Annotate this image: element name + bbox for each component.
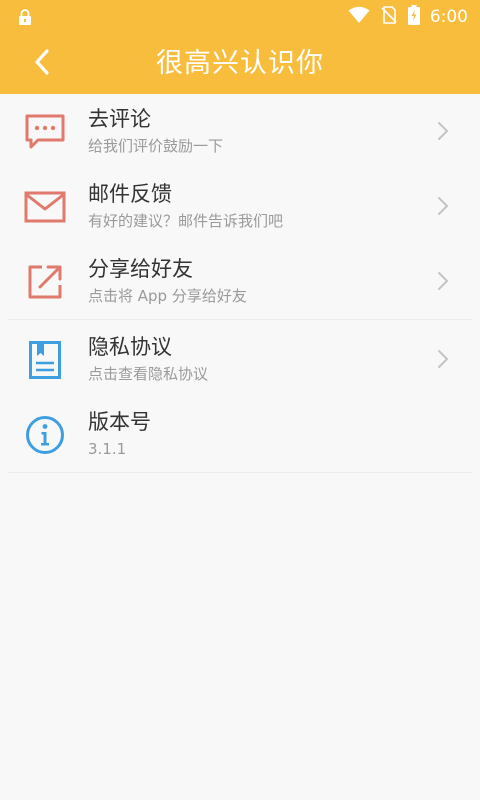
chevron-right-icon xyxy=(436,348,450,370)
item-subtitle: 点击将 App 分享给好友 xyxy=(88,287,247,305)
item-subtitle: 点击查看隐私协议 xyxy=(88,365,209,383)
list-item-version: 版本号 3.1.1 xyxy=(0,397,480,472)
status-time: 6:00 xyxy=(429,7,468,27)
document-icon xyxy=(24,339,66,381)
section-about: 隐私协议 点击查看隐私协议 版本号 3.1.1 xyxy=(0,322,480,472)
chevron-right-icon xyxy=(436,195,450,217)
info-icon xyxy=(24,414,66,456)
item-title: 版本号 xyxy=(88,410,151,434)
item-subtitle: 有好的建议？邮件告诉我们吧 xyxy=(88,212,284,230)
section-general: 去评论 给我们评价鼓励一下 邮件反馈 有好的建议？邮件告诉我们吧 分享给好友 点… xyxy=(0,94,480,319)
list-item-email-feedback[interactable]: 邮件反馈 有好的建议？邮件告诉我们吧 xyxy=(0,169,480,244)
status-bar: 6:00 xyxy=(0,0,480,34)
item-title: 隐私协议 xyxy=(88,335,172,359)
item-title: 邮件反馈 xyxy=(88,182,172,206)
wifi-icon xyxy=(348,6,370,28)
list-item-share[interactable]: 分享给好友 点击将 App 分享给好友 xyxy=(0,244,480,319)
item-title: 去评论 xyxy=(88,107,151,131)
comment-icon xyxy=(24,111,66,153)
list-item-privacy[interactable]: 隐私协议 点击查看隐私协议 xyxy=(0,322,480,397)
divider xyxy=(8,319,472,320)
share-icon xyxy=(24,261,66,303)
settings-list: 去评论 给我们评价鼓励一下 邮件反馈 有好的建议？邮件告诉我们吧 分享给好友 点… xyxy=(0,94,480,473)
app-bar: 很高兴认识你 xyxy=(0,34,480,94)
lock-icon xyxy=(16,8,34,26)
chevron-right-icon xyxy=(436,270,450,292)
list-item-review[interactable]: 去评论 给我们评价鼓励一下 xyxy=(0,94,480,169)
sim-off-icon xyxy=(380,6,398,28)
chevron-right-icon xyxy=(436,120,450,142)
mail-icon xyxy=(24,186,66,228)
page-title: 很高兴认识你 xyxy=(156,48,324,79)
divider xyxy=(8,472,472,473)
item-title: 分享给好友 xyxy=(88,257,193,281)
battery-charging-icon xyxy=(407,5,420,29)
item-subtitle: 给我们评价鼓励一下 xyxy=(88,137,224,155)
version-number: 3.1.1 xyxy=(88,440,127,458)
